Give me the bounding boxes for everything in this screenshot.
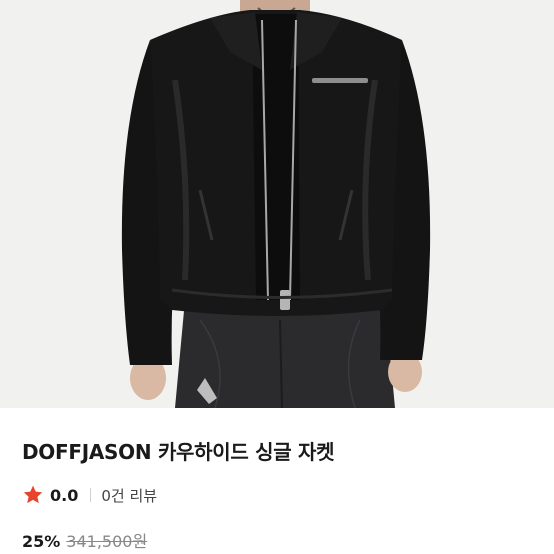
star-icon <box>22 484 44 506</box>
review-count-link[interactable]: 0건 리뷰 <box>101 485 157 506</box>
rating-row: 0.0 0건 리뷰 <box>22 483 157 507</box>
rating-value: 0.0 <box>50 485 79 505</box>
divider <box>90 488 92 502</box>
price-row: 25% 341,500원 <box>22 528 147 552</box>
leather-jacket-photo <box>0 0 554 408</box>
product-title[interactable]: DOFFJASON 카우하이드 싱글 자켓 <box>22 436 334 465</box>
original-price: 341,500원 <box>66 532 148 551</box>
discount-rate: 25% <box>22 532 61 551</box>
product-image[interactable] <box>0 0 554 408</box>
